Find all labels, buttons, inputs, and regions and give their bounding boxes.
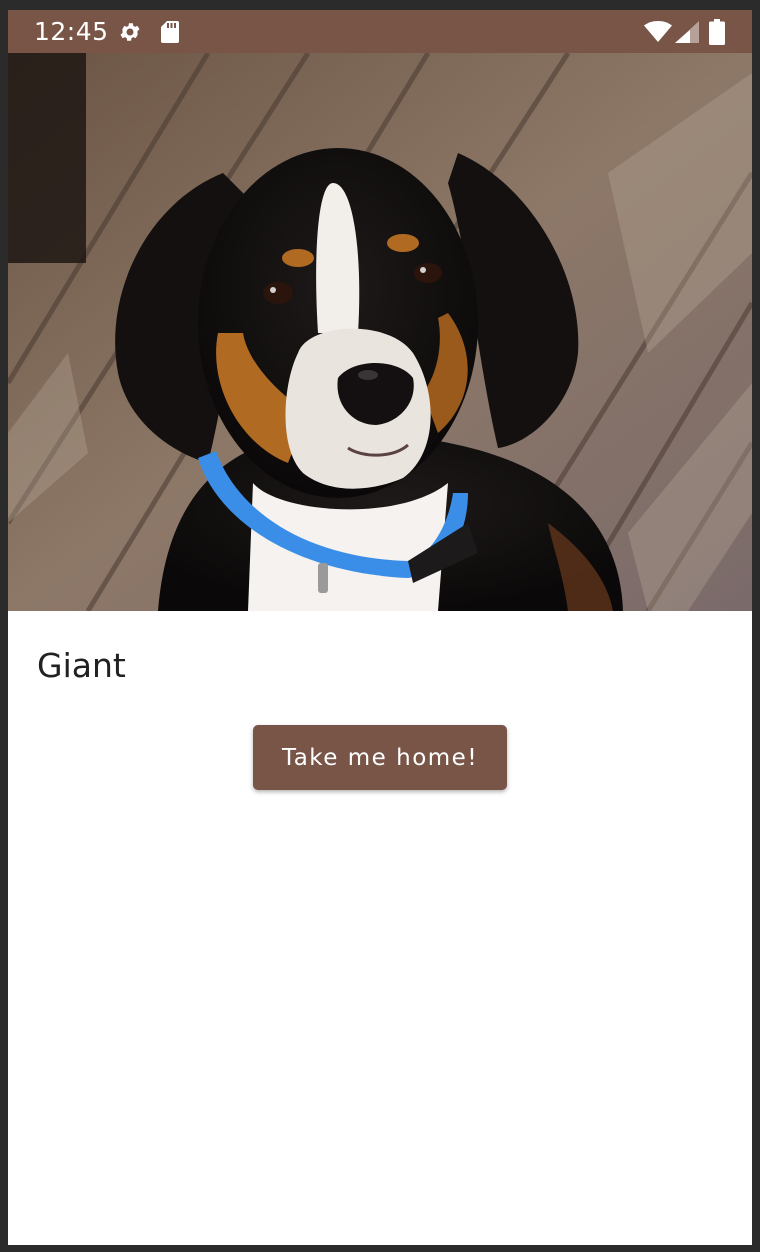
wifi-icon	[644, 21, 672, 42]
pet-photo	[8, 53, 752, 611]
app-screen: 12:45 Giant Take me home!	[8, 10, 752, 1245]
status-bar: 12:45	[8, 10, 752, 53]
settings-icon	[120, 23, 140, 41]
status-time: 12:45	[34, 17, 109, 46]
battery-icon	[709, 19, 725, 45]
cell-signal-icon	[675, 21, 699, 43]
take-me-home-button[interactable]: Take me home!	[253, 725, 507, 790]
sd-card-icon	[161, 21, 179, 43]
device-frame: 12:45 Giant Take me home!	[0, 0, 760, 1252]
pet-name: Giant	[37, 646, 126, 685]
